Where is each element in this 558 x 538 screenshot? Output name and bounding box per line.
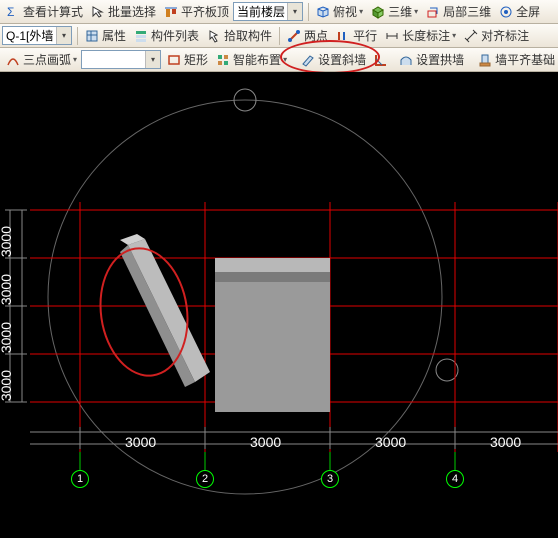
toolbar-row-2: Q-1[外墙 ▾ 属性 构件列表 拾取构件 两点 平行 长度标注 ▾ 对齐标注 [0, 24, 558, 48]
view-3d-button[interactable]: 三维 ▾ [367, 1, 421, 22]
align-dim-icon [463, 28, 479, 44]
arc-3pt-button[interactable]: 三点画弧 ▾ [2, 49, 80, 70]
pick-label: 拾取构件 [224, 27, 272, 44]
model-viewport[interactable]: 3000 3000 3000 3000 3000 3000 3000 3000 … [0, 72, 558, 538]
align-top-label: 平齐板顶 [181, 3, 229, 20]
full-screen-button[interactable]: 全屏 [495, 1, 543, 22]
batch-select-label: 批量选择 [108, 3, 156, 20]
props-button[interactable]: 属性 [81, 25, 129, 46]
smart-layout-label: 智能布置 [233, 51, 281, 68]
chevron-down-icon[interactable]: ▾ [287, 3, 302, 20]
chevron-down-icon: ▾ [414, 7, 418, 16]
separator [308, 3, 309, 21]
dim-v-0: 3000 [0, 370, 14, 401]
model-svg [0, 72, 558, 538]
model-solid [120, 234, 330, 412]
pick-button[interactable]: 拾取构件 [203, 25, 275, 46]
dim-h-1: 3000 [250, 434, 281, 450]
color-combo[interactable]: ▾ [81, 50, 161, 69]
two-point-button[interactable]: 两点 [283, 25, 331, 46]
slant-wall-button[interactable]: 设置斜墙 [297, 49, 369, 70]
rect-icon [166, 52, 182, 68]
cube-icon [315, 4, 331, 20]
chevron-down-icon: ▾ [283, 55, 287, 64]
wall-base-button[interactable]: 墙平齐基础 [474, 49, 558, 70]
chevron-down-icon[interactable]: ▾ [56, 27, 71, 44]
align-top-icon [163, 4, 179, 20]
two-point-label: 两点 [304, 27, 328, 44]
wall-combo-text: Q-1[外墙 [6, 27, 56, 44]
props-icon [84, 28, 100, 44]
full-screen-label: 全屏 [516, 3, 540, 20]
arch-wall-button[interactable]: 设置拱墙 [395, 49, 467, 70]
iso-view-button[interactable]: 俯视 ▾ [312, 1, 366, 22]
cursor-icon [90, 4, 106, 20]
rect-label: 矩形 [184, 51, 208, 68]
svg-text:Σ: Σ [7, 5, 14, 19]
slant-corner-icon [373, 52, 389, 68]
local-3d-button[interactable]: 局部三维 [422, 1, 494, 22]
axis-bubble-1: 1 [71, 470, 89, 488]
separator [279, 27, 280, 45]
sigma-icon: Σ [5, 4, 21, 20]
iso-view-label: 俯视 [333, 3, 357, 20]
pick-icon [206, 28, 222, 44]
parallel-icon [335, 28, 351, 44]
comp-list-label: 构件列表 [151, 27, 199, 44]
view-3d-label: 三维 [388, 3, 412, 20]
length-dim-label: 长度标注 [402, 27, 450, 44]
arc-icon [5, 52, 21, 68]
arch-icon [398, 52, 414, 68]
toolbar-row-1: Σ 查看计算式 批量选择 平齐板顶 当前楼层 ▾ 俯视 ▾ 三维 ▾ 局部三维 … [0, 0, 558, 24]
floor-combo[interactable]: 当前楼层 ▾ [233, 2, 303, 21]
align-dim-button[interactable]: 对齐标注 [460, 25, 532, 46]
axis-bubble-3: 3 [321, 470, 339, 488]
length-dim-icon [384, 28, 400, 44]
wall-base-label: 墙平齐基础 [495, 51, 555, 68]
fullscreen-icon [498, 4, 514, 20]
wall-base-icon [477, 52, 493, 68]
align-top-button[interactable]: 平齐板顶 [160, 1, 232, 22]
smart-layout-button[interactable]: 智能布置 ▾ [212, 49, 290, 70]
comp-list-button[interactable]: 构件列表 [130, 25, 202, 46]
dim-v-2: 3000 [0, 274, 14, 305]
two-point-icon [286, 28, 302, 44]
chevron-down-icon: ▾ [359, 7, 363, 16]
dim-v-3: 3000 [0, 226, 14, 257]
dim-v-1: 3000 [0, 322, 14, 353]
wall-combo[interactable]: Q-1[外墙 ▾ [2, 26, 72, 45]
axis-bubble-2: 2 [196, 470, 214, 488]
slant-corner-button[interactable] [370, 50, 394, 70]
local-3d-label: 局部三维 [443, 3, 491, 20]
align-dim-label: 对齐标注 [481, 27, 529, 44]
smart-icon [215, 52, 231, 68]
rect-button[interactable]: 矩形 [163, 49, 211, 70]
arc-3pt-label: 三点画弧 [23, 51, 71, 68]
batch-select-button[interactable]: 批量选择 [87, 1, 159, 22]
chevron-down-icon: ▾ [73, 55, 77, 64]
parallel-label: 平行 [353, 27, 377, 44]
props-label: 属性 [102, 27, 126, 44]
parallel-button[interactable]: 平行 [332, 25, 380, 46]
dim-h-0: 3000 [125, 434, 156, 450]
toolbar-row-3: 三点画弧 ▾ ▾ 矩形 智能布置 ▾ 设置斜墙 设置拱墙 墙平齐基础 墙 [0, 48, 558, 72]
view-formula-button[interactable]: Σ 查看计算式 [2, 1, 86, 22]
floor-combo-text: 当前楼层 [237, 3, 287, 20]
separator [77, 27, 78, 45]
axis-bubble-4: 4 [446, 470, 464, 488]
chevron-down-icon[interactable]: ▾ [145, 51, 160, 68]
dim-h-3: 3000 [490, 434, 521, 450]
view-3d-icon [370, 4, 386, 20]
view-formula-label: 查看计算式 [23, 3, 83, 20]
slant-wall-icon [300, 52, 316, 68]
slant-wall-label: 设置斜墙 [318, 51, 366, 68]
local-3d-icon [425, 4, 441, 20]
dim-h-2: 3000 [375, 434, 406, 450]
arch-wall-label: 设置拱墙 [416, 51, 464, 68]
chevron-down-icon: ▾ [452, 31, 456, 40]
length-dim-button[interactable]: 长度标注 ▾ [381, 25, 459, 46]
list-icon [133, 28, 149, 44]
